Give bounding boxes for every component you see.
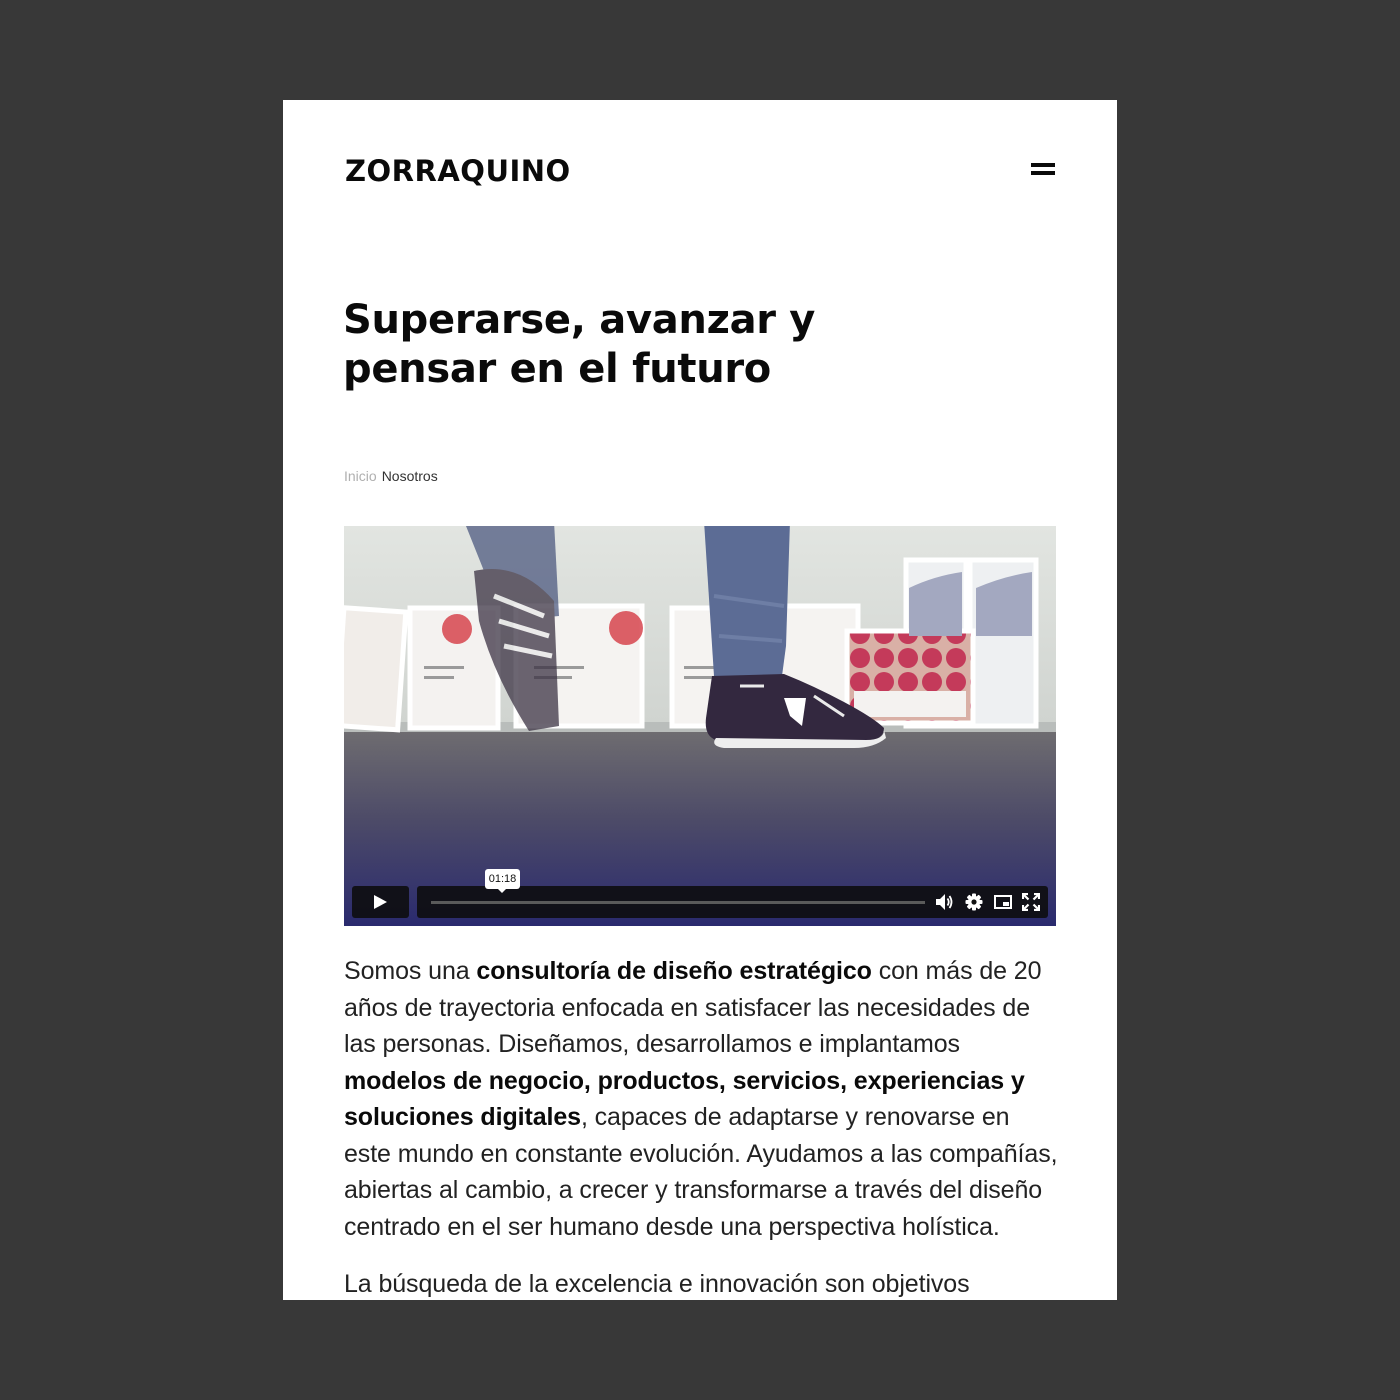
play-icon bbox=[374, 895, 387, 909]
intro-text-1: Somos una bbox=[344, 957, 477, 985]
breadcrumb-current: Nosotros bbox=[381, 468, 438, 484]
settings-gear-icon[interactable] bbox=[965, 893, 983, 911]
second-paragraph: La búsqueda de la excelencia e innovació… bbox=[344, 1270, 970, 1298]
headline-line-2: pensar en el futuro bbox=[343, 346, 771, 392]
breadcrumb-home-link[interactable]: Inicio bbox=[344, 468, 377, 484]
intro-emphasis-1: consultoría de diseño estratégico bbox=[476, 957, 872, 985]
brand-logo[interactable]: ZORRAQUINO bbox=[345, 152, 571, 190]
page-headline: Superarse, avanzar y pensar en el futuro bbox=[343, 296, 903, 394]
video-controls: 01:18 bbox=[344, 869, 1056, 926]
control-bar: 01:18 bbox=[417, 869, 1048, 918]
fullscreen-icon[interactable] bbox=[1022, 893, 1040, 911]
play-button[interactable] bbox=[352, 886, 409, 918]
volume-icon[interactable] bbox=[935, 893, 953, 911]
page-card: ZORRAQUINO Superarse, avanzar y pensar e… bbox=[283, 100, 1117, 1300]
video-frame bbox=[344, 526, 1056, 926]
intro-paragraph: Somos una consultoría de diseño estratég… bbox=[344, 953, 1059, 1245]
picture-in-picture-icon[interactable] bbox=[994, 893, 1012, 911]
breadcrumb: Inicio Nosotros bbox=[344, 467, 438, 485]
progress-bar[interactable] bbox=[431, 901, 925, 904]
time-tooltip: 01:18 bbox=[485, 869, 520, 893]
video-player[interactable]: 01:18 bbox=[344, 526, 1056, 926]
headline-line-1: Superarse, avanzar y bbox=[343, 297, 816, 343]
hamburger-menu-icon[interactable] bbox=[1029, 160, 1057, 180]
